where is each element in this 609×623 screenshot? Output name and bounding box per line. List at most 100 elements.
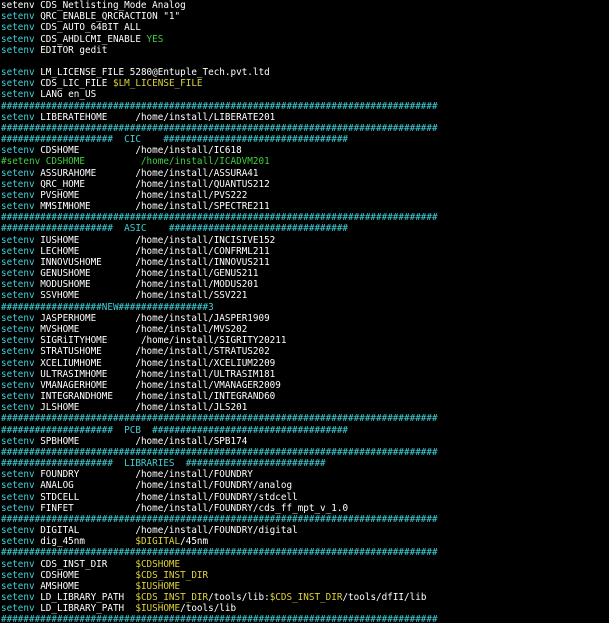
line-text: LD_LIBRARY_PATH (34, 603, 136, 615)
line-text: LD_LIBRARY_PATH (34, 592, 136, 604)
line-text: setenv (1, 279, 35, 291)
config-line: setenv QRC_ENABLE_QRCRACTION "1" (1, 11, 609, 22)
line-text: ########################################… (1, 446, 438, 458)
config-line: setenv FOUNDRY /home/install/FOUNDRY (1, 469, 609, 480)
line-text: ##################NEW################3 (1, 301, 214, 313)
line-text: ########################################… (1, 547, 438, 559)
terminal-editor[interactable]: setenv CDS_Netlisting_Mode Analog setenv … (0, 0, 609, 623)
line-text: setenv (1, 569, 35, 581)
line-text: setenv (1, 480, 35, 492)
line-text: #setenv CDSHOME /home/install/ICADVM201 (1, 156, 270, 168)
line-text: GENUSHOME /home/install/GENUS211 (34, 268, 259, 280)
line-text: ASSURAHOME /home/install/ASSURA41 (34, 167, 259, 179)
config-line: setenv LANG en_US (1, 89, 609, 100)
line-text: setenv (1, 178, 35, 190)
config-line: setenv STRATUSHOME /home/install/STRATUS… (1, 346, 609, 357)
config-line: setenv ANALOG /home/install/FOUNDRY/anal… (1, 480, 609, 491)
line-text: STRATUSHOME /home/install/STRATUS202 (34, 346, 270, 358)
line-text: JLSHOME /home/install/JLS201 (34, 402, 248, 414)
line-text: FINFET /home/install/FOUNDRY/cds_ff_mpt_… (34, 502, 349, 514)
line-text: setenv (1, 167, 35, 179)
line-text: setenv (1, 491, 35, 503)
config-line: setenv SSVHOME /home/install/SSV221 (1, 290, 609, 301)
config-line: setenv INTEGRANDHOME /home/install/INTEG… (1, 391, 609, 402)
line-text: setenv (1, 290, 35, 302)
line-text: setenv (1, 558, 35, 570)
config-line: setenv VMANAGERHOME /home/install/VMANAG… (1, 380, 609, 391)
line-text: ########################################… (1, 614, 438, 623)
config-line: setenv MODUSHOME /home/install/MODUS201 (1, 279, 609, 290)
line-text: /tools/dfII/lib (342, 592, 427, 604)
config-line: setenv XCELIUMHOME /home/install/XCELIUM… (1, 358, 609, 369)
line-text: $CDS_INST_DIR (135, 592, 209, 604)
line-text: ########################################… (1, 122, 438, 134)
line-text: CDS_LIC_FILE (34, 78, 113, 90)
config-line: setenv QRC_HOME /home/install/QUANTUS212 (1, 179, 609, 190)
config-line: setenv GENUSHOME /home/install/GENUS211 (1, 268, 609, 279)
config-line: setenv INNOVUSHOME /home/install/INNOVUS… (1, 257, 609, 268)
line-text: setenv (1, 592, 35, 604)
config-line: setenv MVSHOME /home/install/MVS202 (1, 324, 609, 335)
config-line: setenv PVSHOME /home/install/PVS222 (1, 190, 609, 201)
config-line: setenv LD_LIBRARY_PATH $IUSHOME/tools/li… (1, 603, 609, 614)
line-text: setenv (1, 536, 35, 548)
line-text: LANG en_US (34, 89, 97, 101)
config-line: ########################################… (1, 212, 609, 223)
line-text: SSVHOME /home/install/SSV221 (34, 290, 248, 302)
line-text: /tools/lib (180, 603, 237, 615)
line-text: STDCELL /home/install/FOUNDRY/stdcell (34, 491, 298, 503)
config-line: setenv FINFET /home/install/FOUNDRY/cds_… (1, 503, 609, 514)
line-text: dig_45nm (34, 536, 136, 548)
line-text: #################### CIC ###############… (1, 134, 349, 146)
line-text: setenv (1, 111, 35, 123)
line-text: PVSHOME /home/install/PVS222 (34, 189, 248, 201)
config-line: setenv LD_LIBRARY_PATH $CDS_INST_DIR/too… (1, 592, 609, 603)
line-text: MVSHOME /home/install/MVS202 (34, 323, 248, 335)
config-line: ########################################… (1, 101, 609, 112)
line-text: $LM_LICENSE_FILE (112, 78, 203, 90)
line-text: setenv (1, 502, 35, 514)
line-text: setenv (1, 245, 35, 257)
line-text: /45nm (180, 536, 209, 548)
line-text: setenv (1, 67, 35, 79)
config-line: #################### CIC ###############… (1, 134, 609, 145)
config-line: ########################################… (1, 547, 609, 558)
line-text: ULTRASIMHOME /home/install/ULTRASIM181 (34, 368, 276, 380)
line-text: setenv (1, 44, 35, 56)
line-text: EDITOR gedit (34, 44, 108, 56)
config-line: ########################################… (1, 514, 609, 525)
config-line: setenv MMSIMHOME /home/install/SPECTRE21… (1, 201, 609, 212)
line-text: ########################################… (1, 413, 438, 425)
line-text: setenv (1, 78, 35, 90)
line-text: VMANAGERHOME /home/install/VMANAGER2009 (34, 379, 281, 391)
config-line: setenv CDS_LIC_FILE $LM_LICENSE_FILE (1, 78, 609, 89)
config-line: setenv DIGITAL /home/install/FOUNDRY/dig… (1, 525, 609, 536)
line-text: AMSHOME (34, 580, 136, 592)
line-text: setenv (1, 346, 35, 358)
config-line: setenv STDCELL /home/install/FOUNDRY/std… (1, 492, 609, 503)
line-text: setenv (1, 323, 35, 335)
line-text: #################### PCB ###############… (1, 424, 349, 436)
line-text: $IUSHOME (135, 603, 181, 615)
line-text: setenv (1, 189, 35, 201)
line-text: setenv (1, 469, 35, 481)
line-text: setenv (1, 335, 35, 347)
config-line: setenv AMSHOME $IUSHOME (1, 581, 609, 592)
line-text: /tools/lib: (208, 592, 270, 604)
line-text: QRC_ENABLE_QRCRACTION "1" (34, 11, 181, 23)
config-line: ########################################… (1, 123, 609, 134)
line-text: setenv (1, 22, 35, 34)
config-line: #################### LIBRARIES #########… (1, 458, 609, 469)
line-text: CDS_INST_DIR (34, 558, 136, 570)
line-text: INTEGRANDHOME /home/install/INTEGRAND60 (34, 391, 276, 403)
line-text: setenv (1, 379, 35, 391)
config-line: setenv SIGRiITYHOME /home/install/SIGRIT… (1, 335, 609, 346)
line-text: LECHOME /home/install/CONFRML211 (34, 245, 270, 257)
line-text: SPBHOME /home/install/SPB174 (34, 435, 248, 447)
line-text: setenv (1, 11, 35, 23)
config-line: setenv SPBHOME /home/install/SPB174 (1, 436, 609, 447)
line-text: CDSHOME (34, 569, 136, 581)
config-line: setenv CDS_INST_DIR $CDSHOME (1, 559, 609, 570)
line-text: setenv (1, 402, 35, 414)
config-line: #setenv CDSHOME /home/install/ICADVM201 (1, 156, 609, 167)
